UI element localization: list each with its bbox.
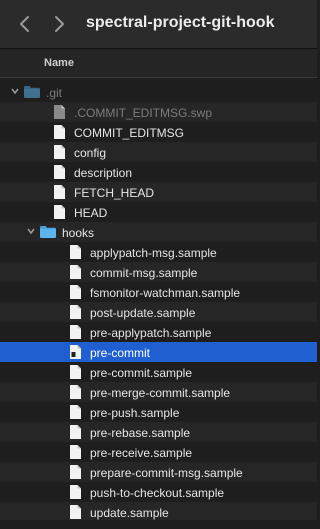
disclosure-expanded-icon[interactable] — [10, 86, 20, 96]
document-icon — [70, 265, 81, 279]
file-row[interactable]: pre-receive.sample — [0, 442, 317, 462]
file-row[interactable]: post-update.sample — [0, 302, 317, 322]
chevron-left-icon — [20, 16, 29, 32]
file-name: pre-push.sample — [90, 406, 180, 420]
document-icon — [70, 465, 81, 479]
file-name: pre-merge-commit.sample — [90, 386, 231, 400]
folder-icon — [40, 226, 56, 238]
folder-icon — [24, 86, 40, 98]
document-icon — [54, 185, 65, 199]
document-icon — [70, 485, 81, 499]
window-title: spectral-project-git-hook — [86, 14, 275, 31]
file-name: pre-applypatch.sample — [90, 326, 212, 340]
file-name: FETCH_HEAD — [74, 186, 155, 200]
document-icon — [70, 505, 81, 519]
file-row[interactable]: prepare-commit-msg.sample — [0, 462, 317, 482]
document-icon — [70, 245, 81, 259]
folder-name: .git — [46, 86, 63, 100]
file-row[interactable]: pre-rebase.sample — [0, 422, 317, 442]
file-row[interactable]: pre-commit.sample — [0, 362, 317, 382]
file-name: prepare-commit-msg.sample — [90, 466, 243, 480]
document-icon — [70, 305, 81, 319]
file-row[interactable]: description — [0, 162, 317, 182]
file-name: pre-rebase.sample — [90, 426, 191, 440]
file-name: COMMIT_EDITMSG — [74, 126, 184, 140]
file-name: push-to-checkout.sample — [90, 486, 225, 500]
folder-row[interactable]: hooks — [0, 222, 317, 242]
file-row[interactable]: pre-commit — [0, 342, 317, 362]
file-name: HEAD — [74, 206, 108, 220]
file-name: pre-commit — [90, 346, 151, 360]
file-row[interactable]: fsmonitor-watchman.sample — [0, 282, 317, 302]
file-row[interactable]: commit-msg.sample — [0, 262, 317, 282]
document-icon — [70, 425, 81, 439]
file-name: description — [74, 166, 133, 180]
forward-button[interactable] — [48, 13, 70, 35]
file-name: update.sample — [90, 506, 169, 520]
file-row[interactable]: update.sample — [0, 502, 317, 522]
disclosure-expanded-icon[interactable] — [26, 226, 36, 236]
finder-toolbar: spectral-project-git-hook — [0, 0, 317, 49]
file-row[interactable]: FETCH_HEAD — [0, 182, 317, 202]
file-row[interactable]: applypatch-msg.sample — [0, 242, 317, 262]
back-button[interactable] — [14, 13, 36, 35]
document-icon — [70, 285, 81, 299]
document-icon — [54, 125, 65, 139]
file-name: .COMMIT_EDITMSG.swp — [74, 106, 213, 120]
document-icon — [54, 165, 65, 179]
file-name: pre-commit.sample — [90, 366, 193, 380]
list-footer — [0, 520, 317, 529]
document-icon — [70, 385, 81, 399]
file-row[interactable]: config — [0, 142, 317, 162]
file-row[interactable]: push-to-checkout.sample — [0, 482, 317, 502]
file-name: config — [74, 146, 107, 160]
file-row[interactable]: pre-push.sample — [0, 402, 317, 422]
chevron-right-icon — [55, 16, 64, 32]
file-name: pre-receive.sample — [90, 446, 193, 460]
file-name: applypatch-msg.sample — [90, 246, 217, 260]
folder-row[interactable]: .git — [0, 82, 317, 102]
executable-file-icon — [70, 345, 81, 359]
file-row[interactable]: .COMMIT_EDITMSG.swp — [0, 102, 317, 122]
document-icon — [70, 445, 81, 459]
file-name: fsmonitor-watchman.sample — [90, 286, 241, 300]
file-row[interactable]: COMMIT_EDITMSG — [0, 122, 317, 142]
folder-name: hooks — [62, 226, 95, 240]
file-row[interactable]: HEAD — [0, 202, 317, 222]
file-row[interactable]: pre-merge-commit.sample — [0, 382, 317, 402]
document-icon — [54, 205, 65, 219]
file-name: commit-msg.sample — [90, 266, 198, 280]
document-icon — [70, 325, 81, 339]
document-icon — [70, 405, 81, 419]
file-row[interactable]: pre-applypatch.sample — [0, 322, 317, 342]
document-icon — [54, 145, 65, 159]
name-column-label: Name — [44, 57, 74, 69]
name-column-header[interactable]: Name — [0, 49, 317, 78]
document-icon — [54, 105, 65, 119]
file-name: post-update.sample — [90, 306, 196, 320]
document-icon — [70, 365, 81, 379]
